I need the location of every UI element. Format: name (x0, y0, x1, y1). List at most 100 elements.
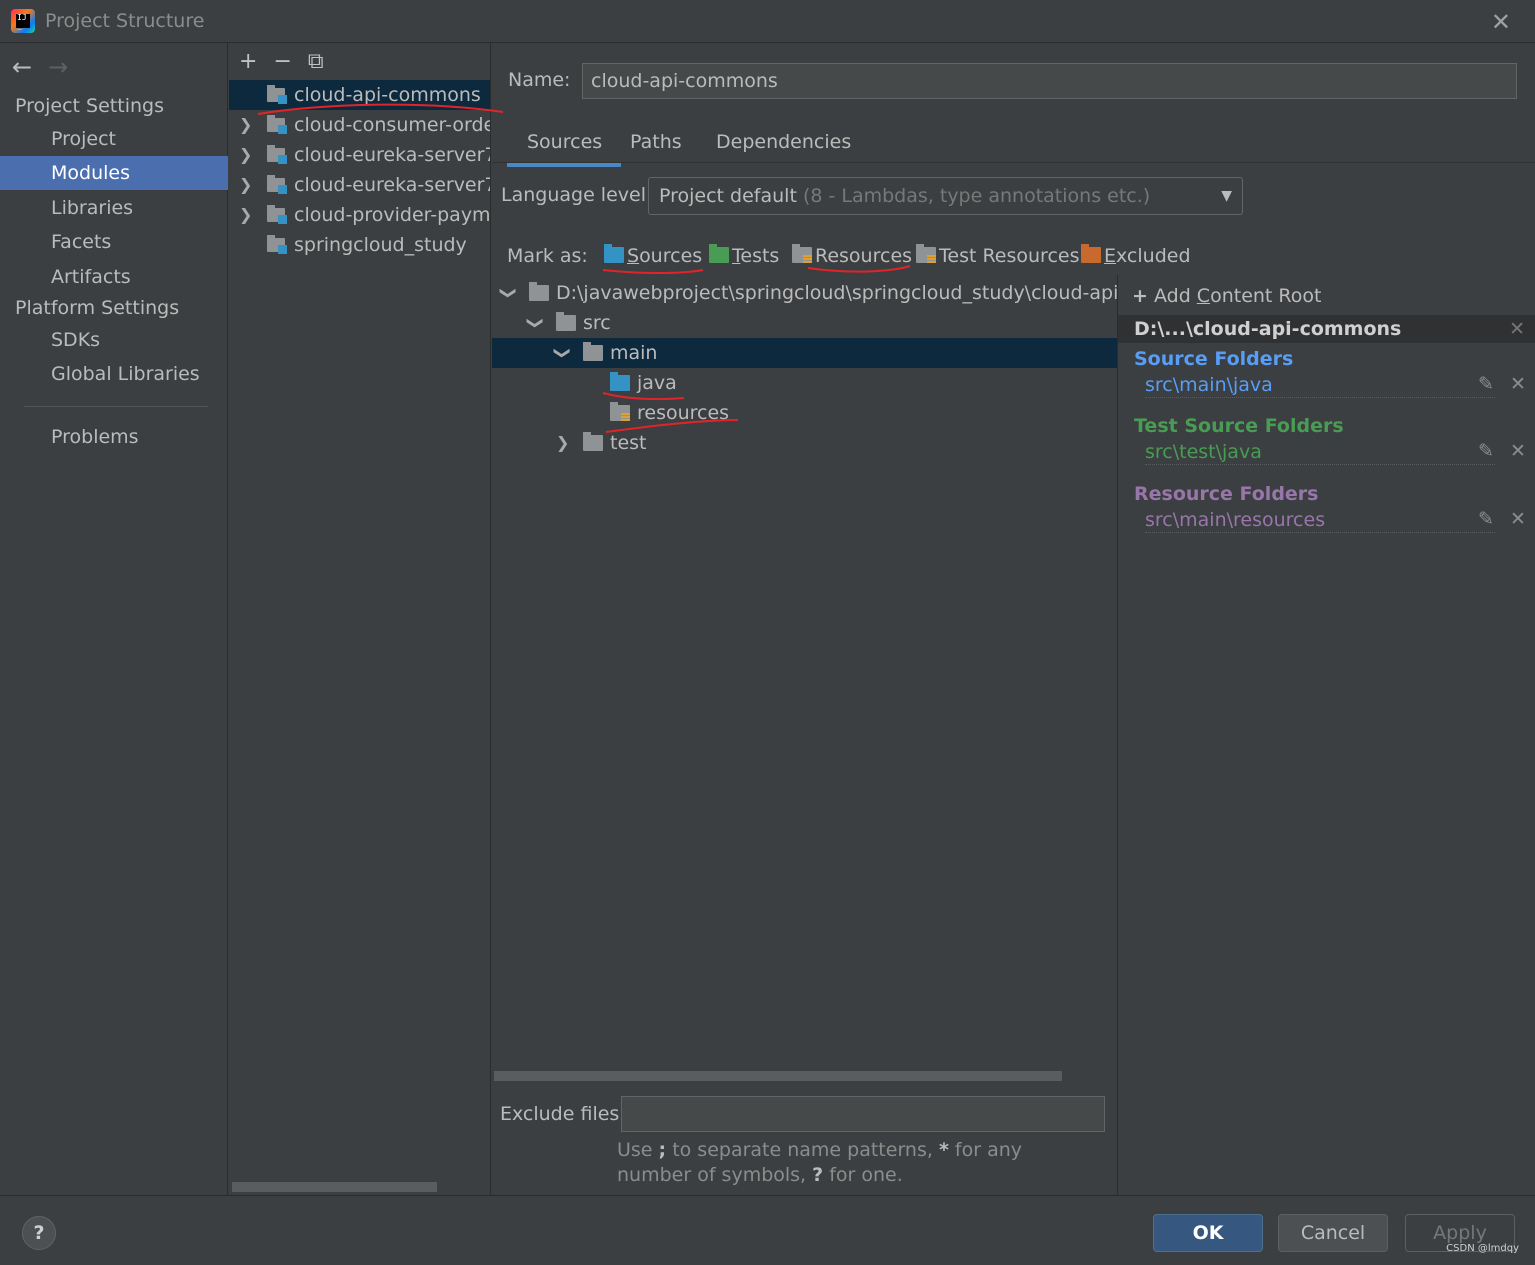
folder-icon (583, 342, 603, 361)
module-list-panel: + − ⧉ cloud-api-commons ❯ cloud-consumer-ord… (229, 43, 491, 1195)
language-level-select[interactable]: Project default (8 - Lambdas, type annot… (648, 177, 1243, 215)
module-name: cloud-consumer-order (294, 114, 491, 136)
resource-folders-title: Resource Folders (1134, 483, 1319, 505)
module-name: springcloud_study (294, 234, 467, 256)
folder-excluded-icon (1081, 244, 1101, 263)
copy-module-icon[interactable]: ⧉ (308, 49, 324, 74)
remove-folder-icon[interactable]: ✕ (1510, 373, 1526, 395)
source-folders-title: Source Folders (1134, 348, 1294, 370)
module-folder-icon (267, 175, 287, 194)
remove-root-icon[interactable]: ✕ (1509, 315, 1525, 343)
mark-resources-label: Resources (815, 245, 913, 267)
back-arrow-icon[interactable]: ← (12, 53, 32, 81)
settings-nav: ← → Project Settings Project Modules Libr… (0, 43, 228, 1195)
nav-item-sdks[interactable]: SDKs (0, 323, 228, 357)
module-folder-icon (267, 145, 287, 164)
tree-node[interactable]: ❯ D:\javawebproject\springcloud\springclo… (492, 278, 1117, 308)
tree-node-label: main (610, 342, 658, 364)
intellij-logo-icon: IJ _ (11, 9, 35, 33)
add-content-root-button[interactable]: + Add Content Root (1132, 285, 1321, 307)
module-toolbar: + − ⧉ (239, 49, 340, 74)
module-list-item[interactable]: springcloud_study (229, 230, 490, 260)
cancel-button[interactable]: Cancel (1278, 1214, 1388, 1252)
add-module-icon[interactable]: + (239, 49, 257, 74)
remove-folder-icon[interactable]: ✕ (1510, 440, 1526, 462)
module-list-item[interactable]: ❯ cloud-eureka-server70 (229, 170, 491, 200)
chevron-right-icon[interactable]: ❯ (239, 140, 252, 170)
mark-as-test-resources-button[interactable]: Test Resources (916, 244, 1080, 267)
chevron-right-icon[interactable]: ❯ (239, 200, 252, 230)
mark-as-sources-button[interactable]: Sources (604, 244, 703, 267)
source-folder-item[interactable]: src\main\java (1145, 373, 1495, 398)
language-level-label: Language level: (501, 184, 653, 206)
module-list-scrollbar[interactable] (232, 1182, 437, 1192)
forward-arrow-icon[interactable]: → (48, 53, 68, 81)
module-list-item[interactable]: ❯ cloud-provider-payme (229, 200, 490, 230)
mark-as-tests-button[interactable]: Tests (709, 244, 779, 267)
tree-node-label: src (583, 312, 611, 334)
mark-sources-mnemonic: S (627, 245, 640, 267)
mark-as-resources-button[interactable]: Resources (792, 244, 913, 267)
help-button[interactable]: ? (22, 1216, 56, 1250)
resource-folder-icon (610, 402, 630, 421)
nav-item-modules[interactable]: Modules (0, 156, 228, 190)
tree-node[interactable]: ❯ src (492, 308, 1117, 338)
module-folder-icon (267, 115, 287, 134)
tree-node[interactable]: ❯ test (492, 428, 1117, 458)
chevron-down-icon[interactable]: ❯ (494, 286, 524, 299)
tab-paths[interactable]: Paths (630, 131, 682, 153)
module-list-item[interactable]: ❯ cloud-eureka-server70 (229, 140, 491, 170)
nav-arrows: ← → (12, 53, 84, 81)
module-list-item[interactable]: cloud-api-commons (229, 80, 490, 110)
chevron-down-icon[interactable]: ❯ (521, 316, 551, 329)
tab-dependencies[interactable]: Dependencies (716, 131, 851, 153)
edit-pencil-icon[interactable]: ✎ (1478, 373, 1494, 395)
nav-item-problems[interactable]: Problems (0, 420, 228, 454)
tree-horizontal-scrollbar[interactable] (494, 1071, 1062, 1081)
name-label: Name: (508, 69, 571, 91)
nav-item-project[interactable]: Project (0, 122, 228, 156)
resource-folder-item[interactable]: src\main\resources (1145, 508, 1495, 533)
nav-item-libraries[interactable]: Libraries (0, 191, 228, 225)
chevron-right-icon[interactable]: ❯ (239, 110, 252, 140)
folder-test-resources-icon (916, 244, 936, 263)
folder-icon (529, 282, 549, 301)
folder-resources-icon (792, 244, 812, 263)
edit-pencil-icon[interactable]: ✎ (1478, 440, 1494, 462)
module-name-field[interactable]: cloud-api-commons (582, 63, 1517, 99)
mark-as-label: Mark as: (507, 245, 588, 267)
project-settings-header: Project Settings (15, 95, 164, 117)
dialog-footer: ? OK Cancel Apply CSDN @lmdqy (0, 1195, 1535, 1265)
chevron-right-icon[interactable]: ❯ (556, 428, 569, 458)
content-roots-panel: + Add Content Root D:\...\cloud-api-comm… (1118, 275, 1535, 1195)
watermark: CSDN @lmdqy (1446, 1243, 1519, 1254)
tab-sources[interactable]: Sources (506, 131, 622, 167)
module-name: cloud-eureka-server70 (294, 174, 491, 196)
nav-item-artifacts[interactable]: Artifacts (0, 260, 228, 294)
test-source-folder-item[interactable]: src\test\java (1145, 440, 1495, 465)
mark-sources-label: ources (639, 245, 703, 267)
remove-module-icon[interactable]: − (273, 49, 291, 74)
tree-node-label: java (637, 372, 677, 394)
module-name: cloud-eureka-server70 (294, 144, 491, 166)
test-source-folders-title: Test Source Folders (1134, 415, 1344, 437)
tree-node[interactable]: resources (492, 398, 1117, 428)
tree-node[interactable]: java (492, 368, 1117, 398)
module-list-item[interactable]: ❯ cloud-consumer-order (229, 110, 491, 140)
window-title: Project Structure (45, 10, 205, 32)
exclude-files-input[interactable] (621, 1096, 1105, 1132)
mark-excluded-mnemonic: E (1104, 245, 1117, 267)
close-icon[interactable]: ✕ (1491, 8, 1511, 36)
nav-item-global-libraries[interactable]: Global Libraries (0, 357, 228, 391)
tree-node[interactable]: ❯ main (492, 338, 1117, 368)
folder-sources-icon (604, 244, 624, 263)
folder-icon (556, 312, 576, 331)
remove-folder-icon[interactable]: ✕ (1510, 508, 1526, 530)
edit-pencil-icon[interactable]: ✎ (1478, 508, 1494, 530)
chevron-right-icon[interactable]: ❯ (239, 170, 252, 200)
module-folder-icon (267, 235, 287, 254)
chevron-down-icon[interactable]: ❯ (548, 346, 578, 359)
mark-as-excluded-button[interactable]: Excluded (1081, 244, 1191, 267)
nav-item-facets[interactable]: Facets (0, 225, 228, 259)
ok-button[interactable]: OK (1153, 1214, 1263, 1252)
